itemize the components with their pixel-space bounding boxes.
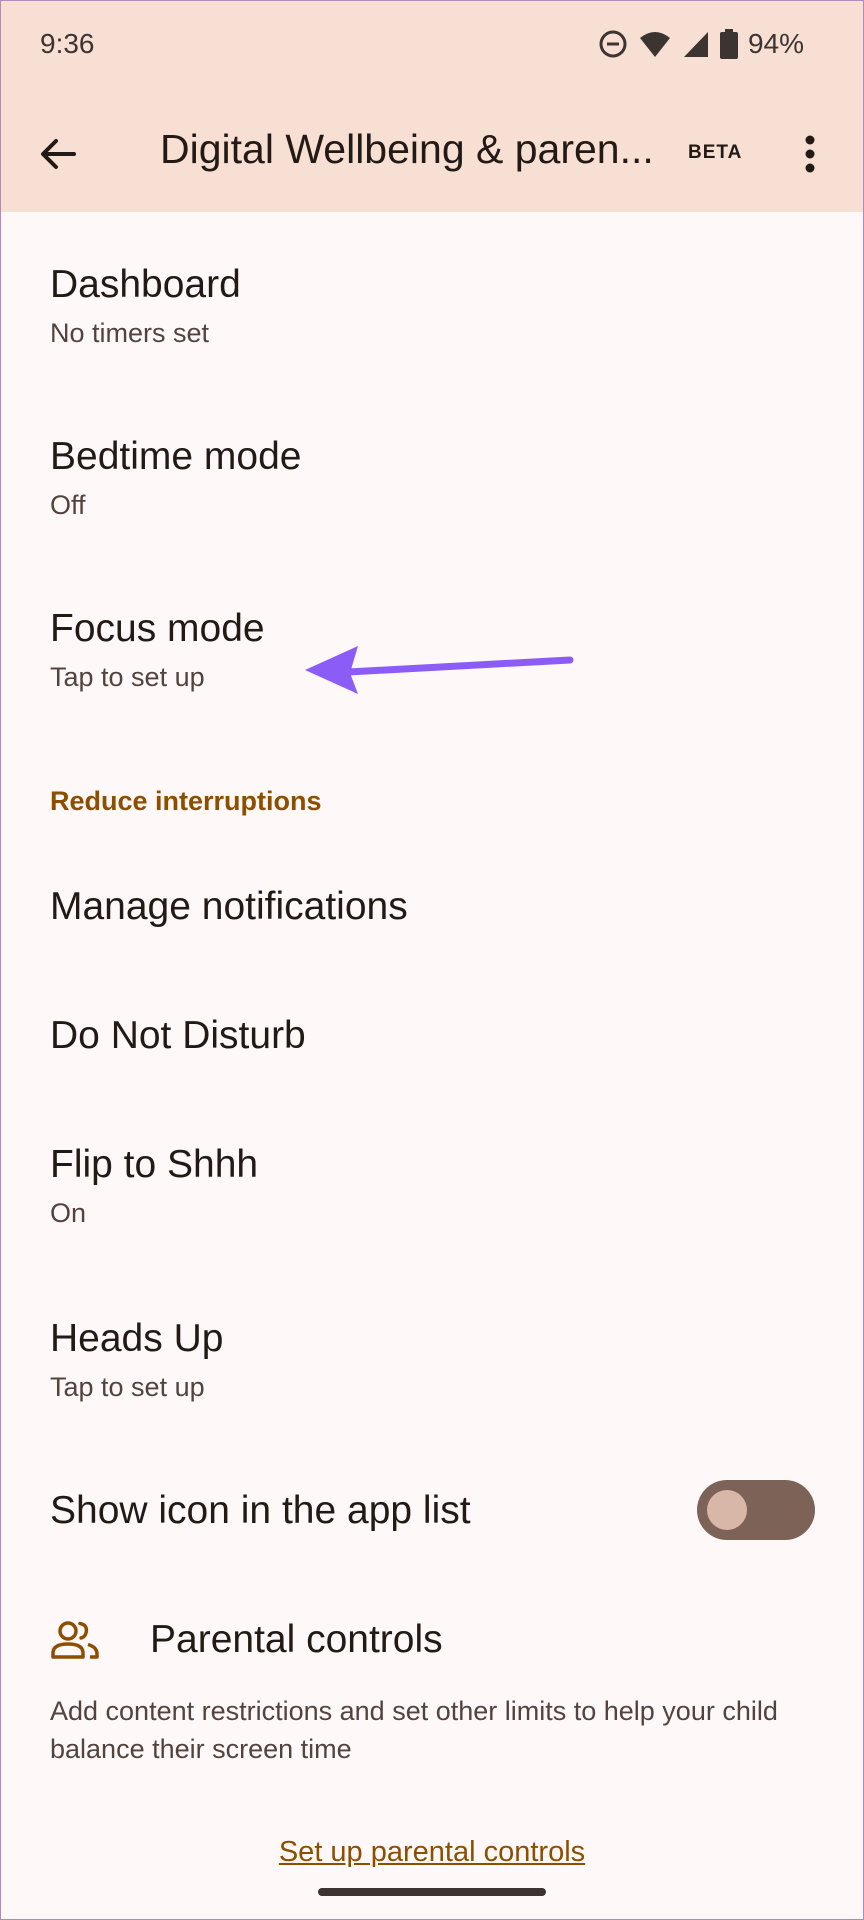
setup-parental-controls-container: Set up parental controls — [0, 1836, 864, 1869]
section-header-reduce-interruptions: Reduce interruptions — [50, 786, 322, 816]
bedtime-mode-item[interactable]: Bedtime mode Off — [50, 434, 810, 522]
back-arrow-icon — [38, 134, 78, 179]
flip-to-shhh-subtitle: On — [50, 1198, 87, 1228]
dashboard-subtitle: No timers set — [50, 318, 210, 348]
flip-to-shhh-title: Flip to Shhh — [50, 1143, 259, 1186]
show-icon-item[interactable]: Show icon in the app list — [50, 1488, 810, 1534]
dashboard-title: Dashboard — [50, 263, 241, 306]
manage-notifications-item[interactable]: Manage notifications — [50, 884, 810, 930]
bedtime-mode-title: Bedtime mode — [50, 435, 302, 478]
setup-parental-controls-link[interactable]: Set up parental controls — [279, 1836, 585, 1868]
parental-controls-description: Add content restrictions and set other l… — [50, 1696, 778, 1764]
status-icons: 94% — [598, 28, 804, 60]
manage-notifications-title: Manage notifications — [50, 885, 408, 928]
battery-percent: 94% — [747, 28, 804, 59]
do-not-disturb-item[interactable]: Do Not Disturb — [50, 1013, 810, 1059]
parental-controls-title: Parental controls — [150, 1618, 443, 1661]
beta-badge: BETA — [688, 142, 743, 163]
more-vert-icon — [804, 134, 816, 179]
heads-up-item[interactable]: Heads Up Tap to set up — [50, 1316, 810, 1404]
status-time: 9:36 — [40, 28, 95, 59]
annotation-arrow — [305, 646, 574, 694]
bedtime-mode-subtitle: Off — [50, 490, 86, 520]
heads-up-title: Heads Up — [50, 1317, 224, 1360]
show-icon-title: Show icon in the app list — [50, 1489, 471, 1532]
back-button[interactable] — [30, 128, 86, 184]
show-icon-toggle[interactable] — [697, 1480, 815, 1540]
flip-to-shhh-item[interactable]: Flip to Shhh On — [50, 1142, 810, 1230]
more-options-button[interactable] — [790, 128, 830, 184]
gesture-nav-handle[interactable] — [318, 1888, 546, 1896]
wifi-icon — [638, 29, 672, 59]
cell-signal-icon — [682, 29, 710, 59]
app-bar: Digital Wellbeing & paren... BETA — [0, 106, 864, 202]
heads-up-subtitle: Tap to set up — [50, 1372, 205, 1402]
toggle-knob — [707, 1490, 747, 1530]
dnd-icon — [598, 29, 628, 59]
people-icon — [51, 1621, 99, 1659]
do-not-disturb-title: Do Not Disturb — [50, 1014, 306, 1057]
dashboard-item[interactable]: Dashboard No timers set — [50, 262, 810, 350]
battery-icon — [719, 29, 738, 59]
page-title: Digital Wellbeing & paren... — [160, 126, 654, 172]
